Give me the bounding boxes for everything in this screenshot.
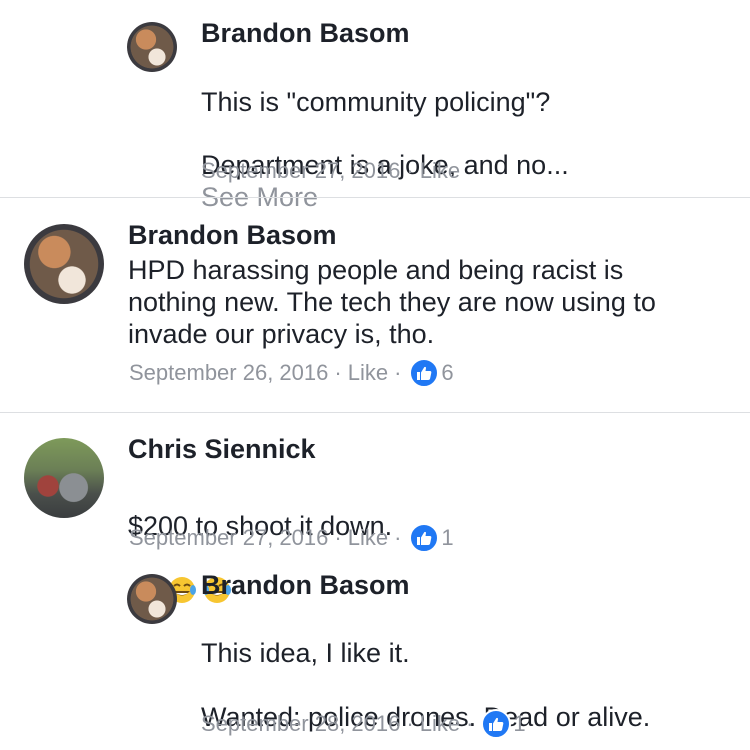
- like-button[interactable]: Like: [420, 158, 460, 184]
- separator: ·: [334, 525, 342, 550]
- like-count[interactable]: 1: [441, 525, 453, 551]
- comment-author[interactable]: Chris Siennick: [128, 434, 316, 465]
- thumbs-up-icon[interactable]: [481, 709, 512, 739]
- comment-text: This is "community policing"?: [201, 54, 550, 118]
- separator: ·: [466, 711, 474, 736]
- comment-date[interactable]: September 28, 2016: [201, 711, 400, 737]
- comment-text: This idea, I like it.: [201, 605, 410, 669]
- separator: ·: [334, 360, 342, 385]
- avatar[interactable]: [24, 438, 104, 518]
- like-count[interactable]: 1: [513, 711, 525, 737]
- comment-meta: September 27, 2016 · Like: [201, 158, 460, 184]
- like-count[interactable]: 6: [441, 360, 453, 386]
- comment-date[interactable]: September 26, 2016: [129, 360, 328, 386]
- avatar[interactable]: [127, 22, 177, 72]
- comment-text-line: This idea, I like it.: [201, 638, 410, 668]
- separator: ·: [394, 360, 402, 385]
- avatar[interactable]: [24, 224, 104, 304]
- comment-author[interactable]: Brandon Basom: [201, 18, 410, 49]
- separator: ·: [406, 711, 414, 736]
- like-button[interactable]: Like: [348, 525, 388, 551]
- comment-meta: September 28, 2016 · Like · 1: [201, 709, 526, 739]
- avatar[interactable]: [127, 574, 177, 624]
- separator: ·: [394, 525, 402, 550]
- comment-text: HPD harassing people and being racist is…: [128, 255, 656, 349]
- comment-author[interactable]: Brandon Basom: [201, 570, 410, 601]
- like-button[interactable]: Like: [420, 711, 460, 737]
- thumbs-up-icon[interactable]: [409, 523, 440, 553]
- like-button[interactable]: Like: [348, 360, 388, 386]
- comment-meta: September 27, 2016 · Like · 1: [129, 523, 454, 553]
- comment-date[interactable]: September 27, 2016: [201, 158, 400, 184]
- comment-text-line: This is "community policing"?: [201, 87, 551, 117]
- comment-author[interactable]: Brandon Basom: [128, 220, 337, 251]
- comment-meta: September 26, 2016 · Like · 6: [129, 358, 454, 388]
- thumbs-up-icon[interactable]: [409, 358, 440, 388]
- comment-date[interactable]: September 27, 2016: [129, 525, 328, 551]
- separator: ·: [406, 158, 414, 183]
- divider: [0, 197, 750, 198]
- divider: [0, 412, 750, 413]
